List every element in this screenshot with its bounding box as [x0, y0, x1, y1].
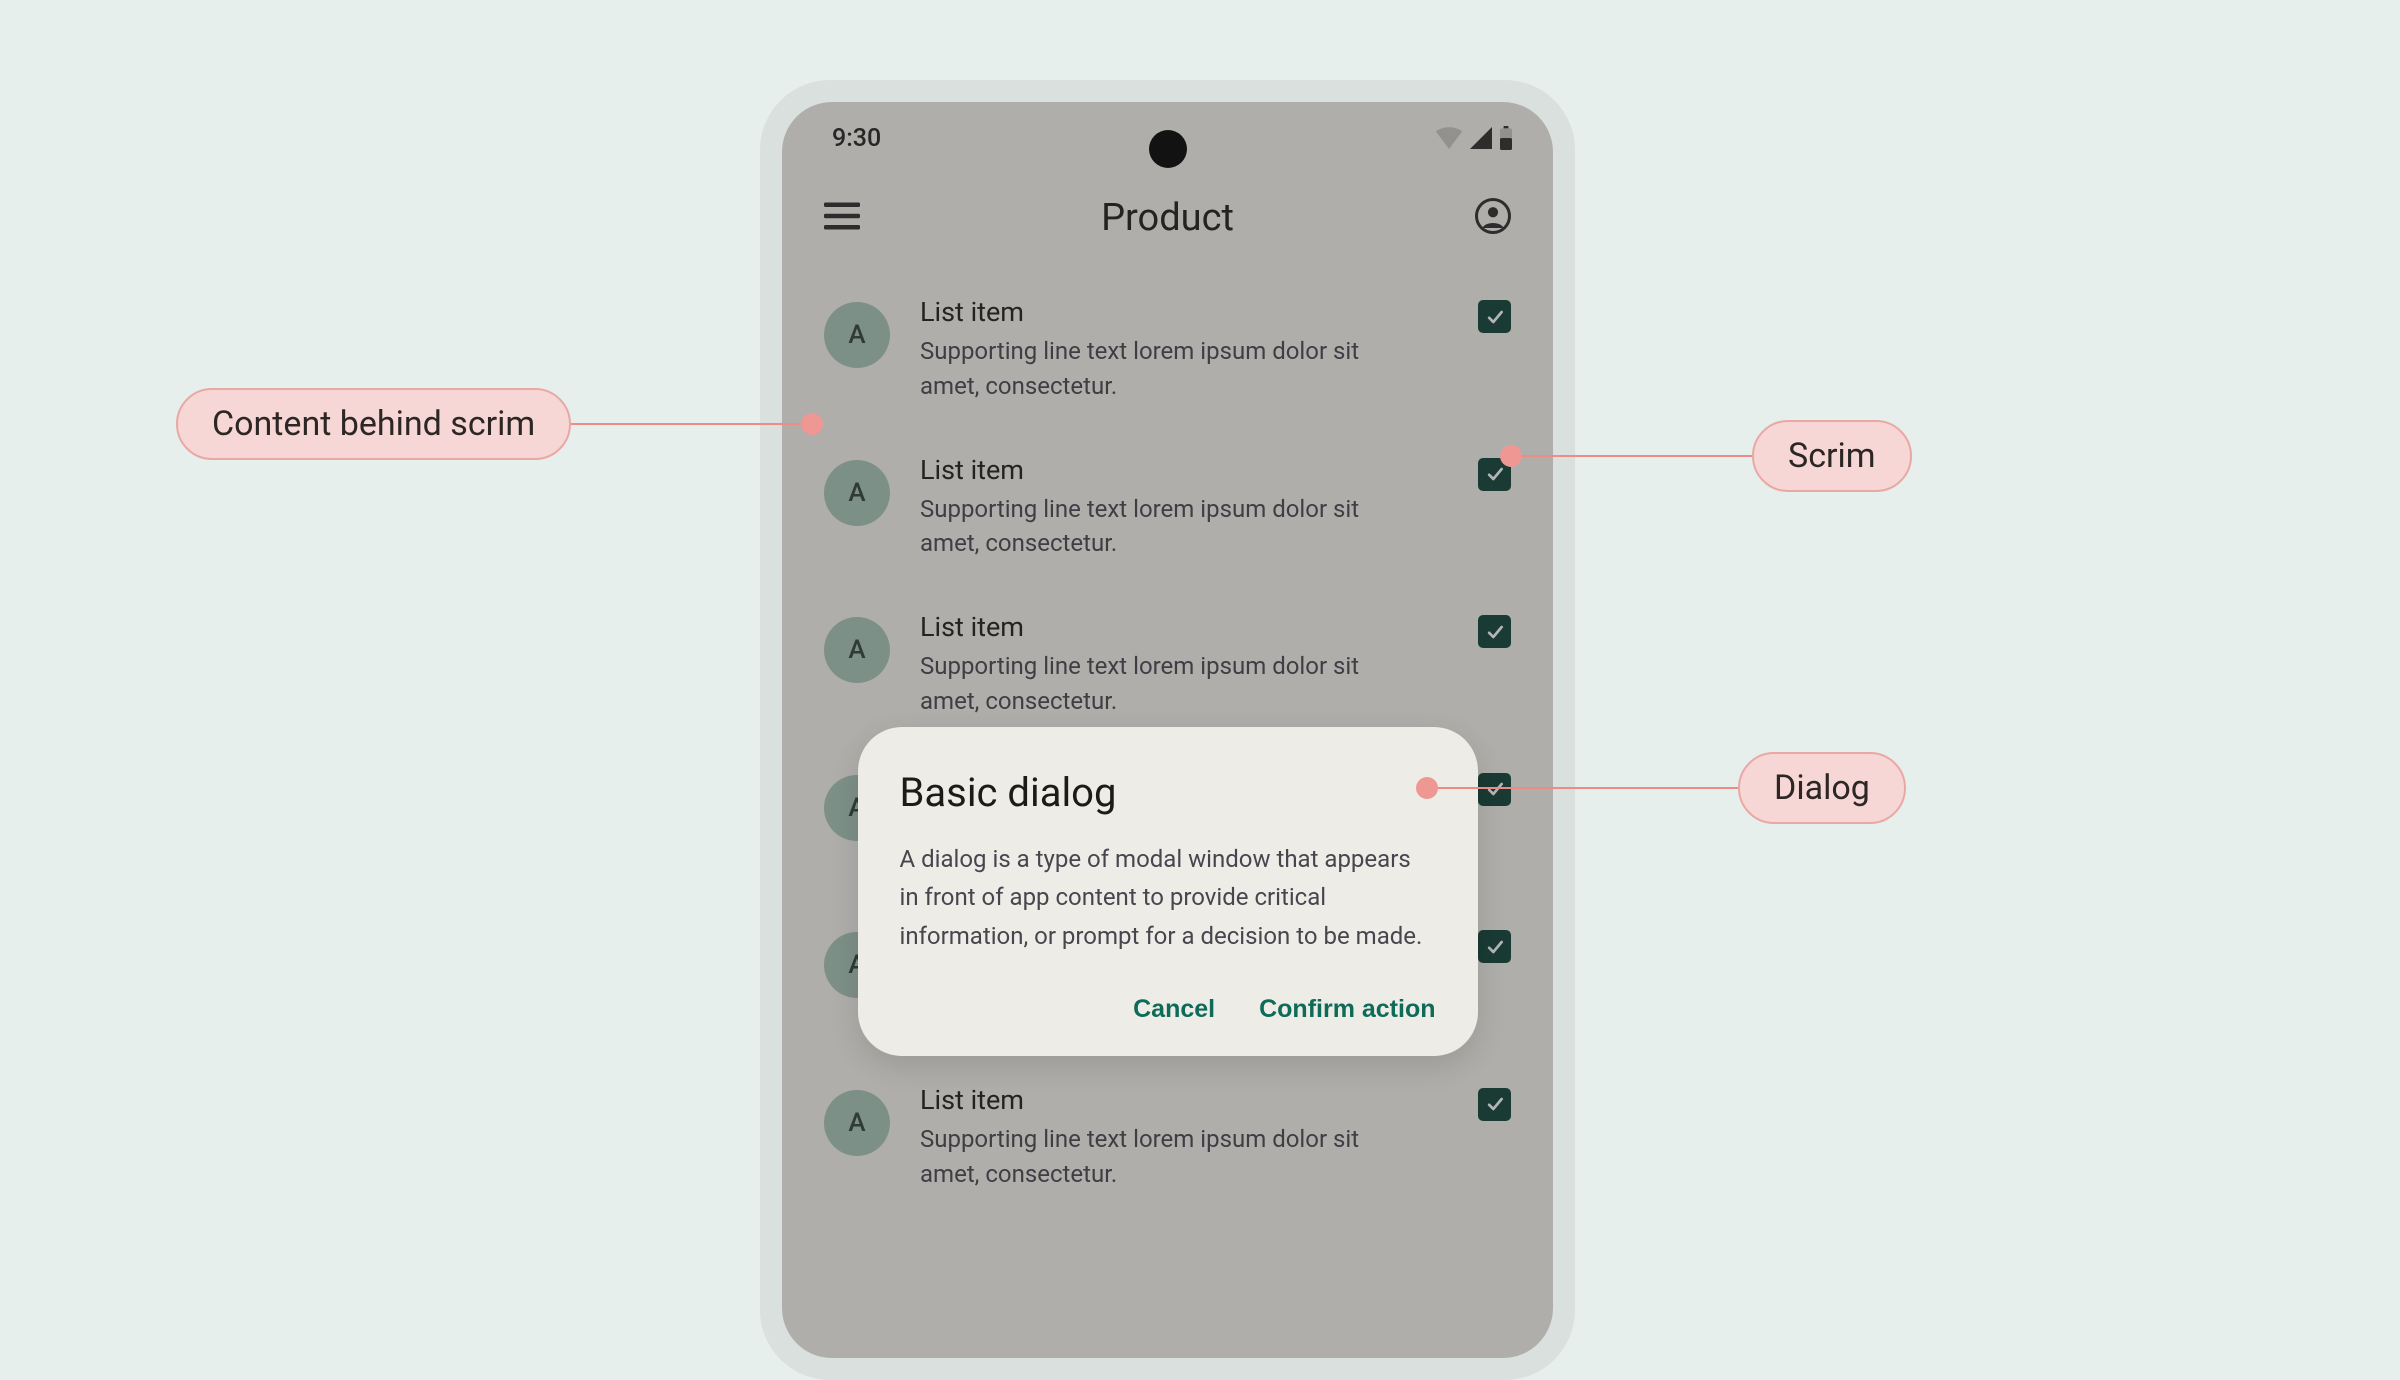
annotation-dot: [1500, 445, 1522, 467]
cancel-button[interactable]: Cancel: [1133, 995, 1215, 1024]
annotation-dot: [801, 413, 823, 435]
annotation-dialog: Dialog: [1416, 752, 1906, 824]
dialog: Basic dialog A dialog is a type of modal…: [858, 727, 1478, 1056]
confirm-button[interactable]: Confirm action: [1259, 995, 1435, 1024]
annotation-line: [571, 423, 801, 425]
annotation-line: [1438, 787, 1738, 789]
annotation-label: Content behind scrim: [176, 388, 571, 460]
dialog-body: A dialog is a type of modal window that …: [900, 840, 1436, 955]
annotation-label: Scrim: [1752, 420, 1912, 492]
phone-screen: 9:30: [782, 102, 1553, 1358]
annotation-dot: [1416, 777, 1438, 799]
annotation-content-behind-scrim: Content behind scrim: [176, 388, 823, 460]
dialog-title: Basic dialog: [900, 769, 1436, 816]
annotation-scrim: Scrim: [1500, 420, 1912, 492]
annotation-label: Dialog: [1738, 752, 1906, 824]
annotation-line: [1522, 455, 1752, 457]
phone-frame: 9:30: [760, 80, 1575, 1380]
dialog-actions: Cancel Confirm action: [900, 995, 1436, 1024]
diagram-stage: 9:30: [0, 0, 2400, 1342]
